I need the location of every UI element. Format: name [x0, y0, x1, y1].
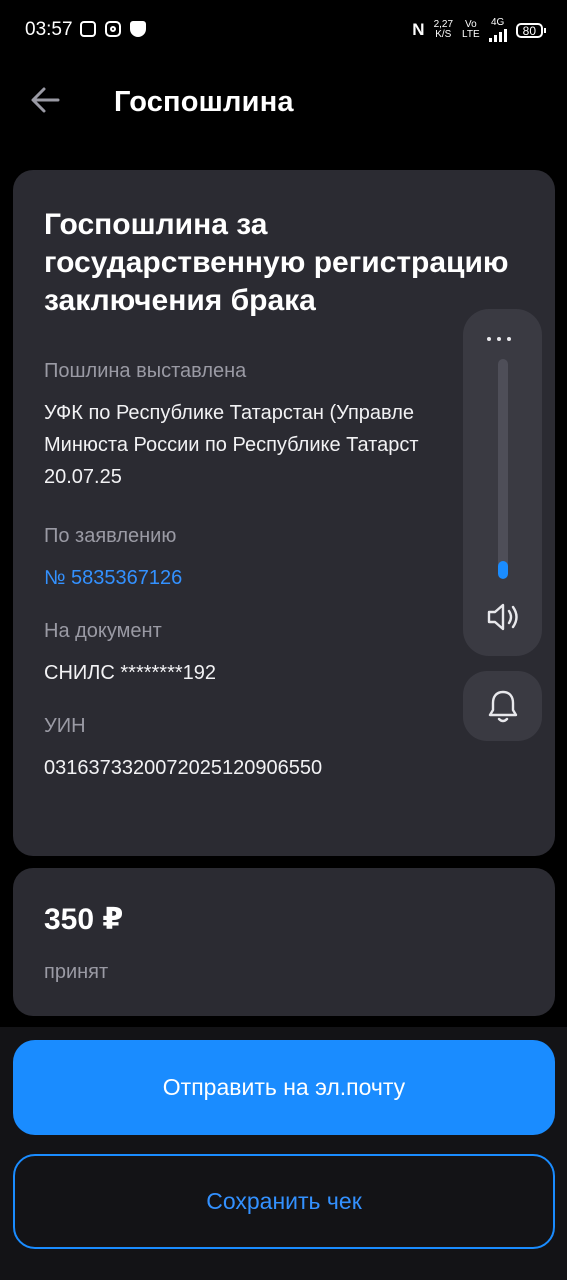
- fee-title: Госпошлина за государственную регистраци…: [44, 208, 509, 317]
- volte-bottom: LTE: [462, 29, 480, 40]
- arrow-left-icon: [31, 87, 60, 113]
- payment-amount: 350 ₽: [44, 903, 124, 936]
- instagram-icon: [105, 21, 121, 37]
- nfc-icon: N: [412, 20, 425, 39]
- document-section: На документ СНИЛС ********192: [44, 620, 524, 689]
- application-number-link[interactable]: № 5835367126: [44, 562, 524, 594]
- battery-icon: 80: [515, 22, 547, 38]
- document-label: На документ: [44, 620, 162, 642]
- application-section: По заявлению № 5835367126: [44, 525, 524, 594]
- issued-by-label: Пошлина выставлена: [44, 360, 247, 382]
- back-button[interactable]: [28, 82, 64, 118]
- bottom-actions: Отправить на эл.почту Сохранить чек: [0, 1027, 567, 1280]
- volume-slider[interactable]: [498, 359, 508, 579]
- volume-panel: [463, 309, 542, 656]
- volume-slider-fill: [498, 561, 508, 579]
- page-title: Госпошлина: [114, 86, 294, 118]
- issued-date: 20.07.25: [44, 466, 122, 488]
- volte-indicator: Vo LTE: [462, 20, 480, 40]
- uin-label: УИН: [44, 715, 86, 737]
- network-speed-unit: K/S: [435, 29, 452, 40]
- notification-icons: [80, 21, 146, 37]
- save-receipt-button[interactable]: Сохранить чек: [13, 1154, 555, 1249]
- bell-icon: [488, 690, 518, 723]
- app-notification-icon: [80, 21, 96, 37]
- network-speed: 2,27 K/S: [434, 20, 453, 40]
- payment-status: принят: [44, 961, 109, 983]
- document-value: СНИЛС ********192: [44, 662, 217, 684]
- app-header: Госпошлина: [0, 60, 567, 150]
- more-options-icon[interactable]: [487, 337, 511, 341]
- send-email-button[interactable]: Отправить на эл.почту: [13, 1040, 555, 1135]
- status-bar: 03:57 N 2,27 K/S Vo LTE 4G 80: [0, 0, 567, 60]
- network-type: 4G: [488, 17, 507, 42]
- battery-level: 80: [522, 23, 536, 38]
- uin-value: 0316373320072025120906550: [44, 757, 323, 779]
- signal-icon: [488, 28, 507, 42]
- shield-icon: [130, 21, 146, 37]
- ringer-mode-button[interactable]: [463, 671, 542, 741]
- issued-by-section: Пошлина выставлена УФК по Республике Тат…: [44, 360, 524, 493]
- issued-by-line-2: Минюста России по Республике Татарст: [44, 434, 419, 456]
- application-label: По заявлению: [44, 525, 177, 547]
- speaker-icon: [487, 603, 518, 631]
- speaker-button[interactable]: [485, 599, 521, 635]
- payment-card: 350 ₽ принят: [13, 868, 555, 1016]
- status-right: N 2,27 K/S Vo LTE 4G 80: [412, 17, 547, 42]
- issued-by-line-1: УФК по Республике Татарстан (Управле: [44, 402, 414, 424]
- uin-section: УИН 0316373320072025120906550: [44, 715, 524, 784]
- status-time: 03:57: [25, 19, 73, 40]
- network-type-label: 4G: [490, 17, 505, 28]
